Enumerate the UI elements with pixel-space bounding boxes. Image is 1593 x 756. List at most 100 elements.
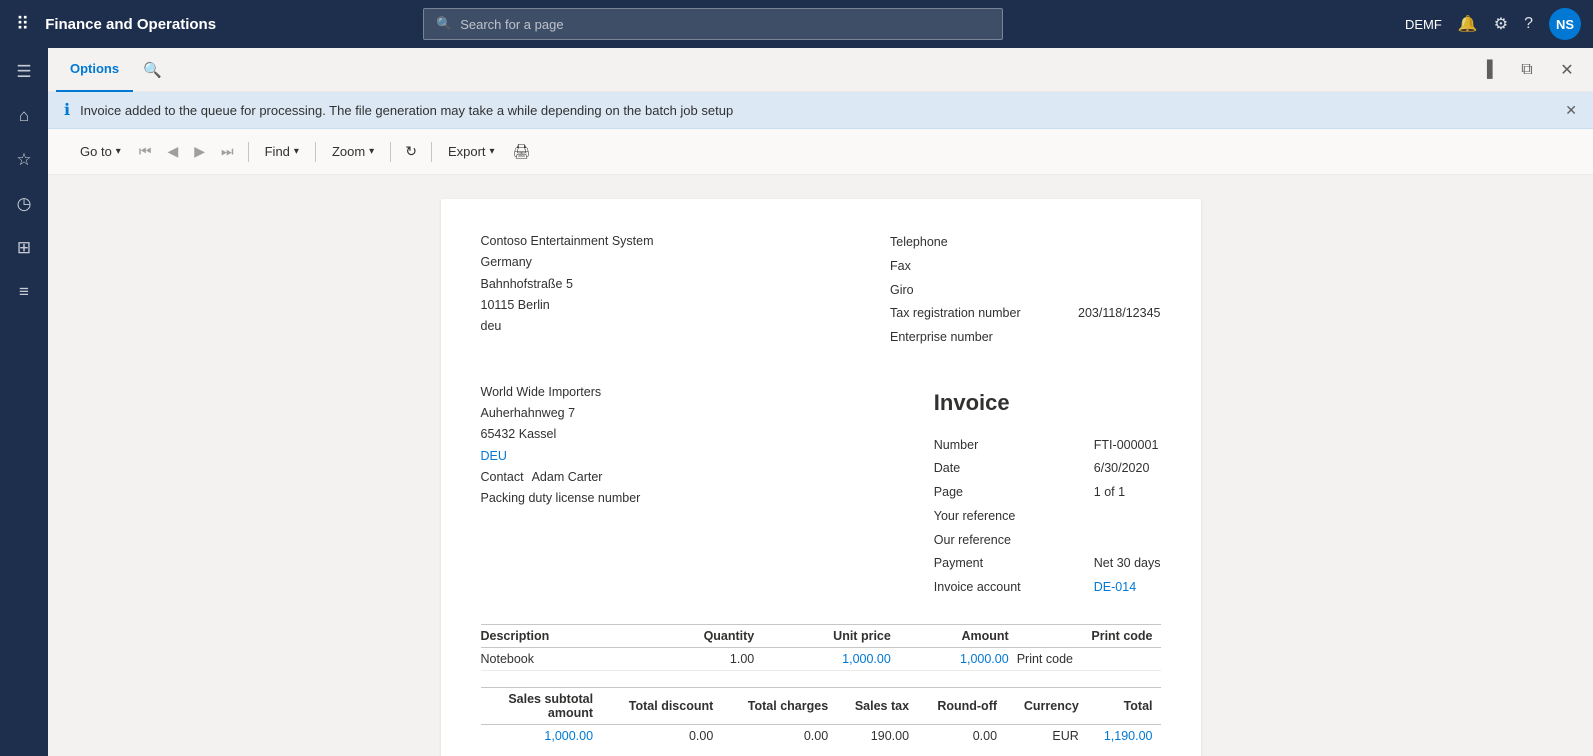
inv-date-label: Date xyxy=(934,457,1094,481)
fax-label: Fax xyxy=(890,255,1070,279)
export-button[interactable]: Export ▾ xyxy=(440,140,503,163)
taxreg-label: Tax registration number xyxy=(890,302,1070,326)
export-chevron: ▾ xyxy=(490,146,495,157)
col-unitprice: Unit price xyxy=(762,624,899,647)
line-items-table: Description Quantity Unit price Amount P… xyxy=(481,624,1161,671)
nav-prev-button[interactable]: ◀ xyxy=(161,139,184,164)
notification-bar: ℹ Invoice added to the queue for process… xyxy=(48,92,1593,129)
item-unitprice: 1,000.00 xyxy=(762,647,899,670)
totals-salestax-header: Sales tax xyxy=(836,687,917,724)
search-placeholder: Search for a page xyxy=(460,17,563,32)
refresh-button[interactable]: ↻ xyxy=(399,139,423,164)
sales-subtotal-label: Sales subtotal xyxy=(508,692,593,706)
telephone-row: Telephone xyxy=(890,231,1161,255)
sidebar-toggle-button[interactable]: ▐ xyxy=(1469,52,1505,88)
item-printcode: Print code xyxy=(1017,647,1161,670)
find-label: Find xyxy=(265,144,290,159)
nav-hamburger[interactable]: ☰ xyxy=(4,52,44,92)
col-amount: Amount xyxy=(899,624,1017,647)
nav-home[interactable]: ⌂ xyxy=(4,96,44,136)
seller-lang: deu xyxy=(481,316,654,337)
invoice-paper: Contoso Entertainment System Germany Bah… xyxy=(441,199,1201,756)
report-toolbar: Go to ▾ ⏮ ◀ ▶ ⏭ Find ▾ Zoom ▾ ↻ Export ▾ xyxy=(48,129,1593,175)
nav-recent[interactable]: ◷ xyxy=(4,184,44,224)
find-chevron: ▾ xyxy=(294,146,299,157)
app-title: Finance and Operations xyxy=(45,16,216,33)
totals-discount-header: Total discount xyxy=(601,687,721,724)
totals-roundoff-header: Round-off xyxy=(917,687,1005,724)
user-avatar[interactable]: NS xyxy=(1549,8,1581,40)
giro-row: Giro xyxy=(890,279,1161,303)
totals-charges-header: Total charges xyxy=(721,687,836,724)
inv-account-value[interactable]: DE-014 xyxy=(1094,576,1136,600)
goto-button[interactable]: Go to ▾ xyxy=(72,140,129,163)
inv-yourref-label: Your reference xyxy=(934,505,1094,529)
totals-charges-value: 0.00 xyxy=(721,724,836,747)
invoice-mid: World Wide Importers Auherhahnweg 7 6543… xyxy=(481,382,1161,600)
settings-icon[interactable]: ⚙ xyxy=(1494,14,1508,34)
item-amount: 1,000.00 xyxy=(899,647,1017,670)
table-row: Notebook 1.00 1,000.00 1,000.00 Print co… xyxy=(481,647,1161,670)
side-nav: ☰ ⌂ ☆ ◷ ⊞ ≡ xyxy=(0,48,48,756)
invoice-details-box: Invoice Number FTI-000001 Date 6/30/2020… xyxy=(934,382,1161,600)
seller-city: 10115 Berlin xyxy=(481,295,654,316)
buyer-contact-row: Contact Adam Carter xyxy=(481,467,641,488)
find-button[interactable]: Find ▾ xyxy=(257,140,307,163)
buyer-city: 65432 Kassel xyxy=(481,424,641,445)
inv-page-label: Page xyxy=(934,481,1094,505)
zoom-chevron: ▾ xyxy=(369,146,374,157)
amount-label: amount xyxy=(548,706,593,720)
print-button[interactable]: 🖨 xyxy=(507,139,537,164)
contact-label: Contact xyxy=(481,467,524,488)
toolbar-search-icon[interactable]: 🔍 xyxy=(133,61,172,79)
notification-close-button[interactable]: ✕ xyxy=(1565,102,1577,119)
nav-modules[interactable]: ≡ xyxy=(4,272,44,312)
inv-payment-value: Net 30 days xyxy=(1094,552,1161,576)
popout-button[interactable]: ⧉ xyxy=(1509,52,1545,88)
nav-favorites[interactable]: ☆ xyxy=(4,140,44,180)
item-quantity: 1.00 xyxy=(640,647,762,670)
invoice-header: Contoso Entertainment System Germany Bah… xyxy=(481,231,1161,350)
nav-next-button[interactable]: ▶ xyxy=(188,139,211,164)
telephone-label: Telephone xyxy=(890,231,1070,255)
totals-currency-header: Currency xyxy=(1005,687,1087,724)
inv-payment-row: Payment Net 30 days xyxy=(934,552,1161,576)
totals-subtotal-header: Sales subtotal amount xyxy=(481,687,602,724)
inv-page-row: Page 1 of 1 xyxy=(934,481,1161,505)
buyer-name: World Wide Importers xyxy=(481,382,641,403)
invoice-title: Invoice xyxy=(934,382,1161,424)
notifications-icon[interactable]: 🔔 xyxy=(1458,14,1478,34)
global-search[interactable]: 🔍 Search for a page xyxy=(423,8,1003,40)
separator-1 xyxy=(248,142,249,162)
buyer-country[interactable]: DEU xyxy=(481,446,641,467)
col-description: Description xyxy=(481,624,641,647)
seller-info: Contoso Entertainment System Germany Bah… xyxy=(481,231,654,350)
nav-last-button[interactable]: ⏭ xyxy=(215,139,240,164)
inv-number-row: Number FTI-000001 xyxy=(934,434,1161,458)
main-layout: ☰ ⌂ ☆ ◷ ⊞ ≡ Options 🔍 ▐ ⧉ ✕ ℹ Invoice ad… xyxy=(0,48,1593,756)
inv-number-value: FTI-000001 xyxy=(1094,434,1159,458)
toolbar-right: ▐ ⧉ ✕ xyxy=(1469,52,1585,88)
taxreg-value: 203/118/12345 xyxy=(1078,302,1161,326)
nav-first-button[interactable]: ⏮ xyxy=(133,139,158,164)
help-icon[interactable]: ? xyxy=(1524,15,1533,33)
grid-menu-icon[interactable]: ⠿ xyxy=(12,10,33,39)
report-content: Contoso Entertainment System Germany Bah… xyxy=(48,175,1593,756)
goto-chevron: ▾ xyxy=(116,146,121,157)
totals-discount-value: 0.00 xyxy=(601,724,721,747)
totals-total-value: 1,190.00 xyxy=(1087,724,1161,747)
main-content: Options 🔍 ▐ ⧉ ✕ ℹ Invoice added to the q… xyxy=(48,48,1593,756)
zoom-label: Zoom xyxy=(332,144,365,159)
close-button[interactable]: ✕ xyxy=(1549,52,1585,88)
export-label: Export xyxy=(448,144,486,159)
totals-header-row: Sales subtotal amount Total discount Tot… xyxy=(481,687,1161,724)
nav-workspaces[interactable]: ⊞ xyxy=(4,228,44,268)
tab-options[interactable]: Options xyxy=(56,48,133,92)
toolbar-bar: Options 🔍 ▐ ⧉ ✕ xyxy=(48,48,1593,92)
separator-3 xyxy=(390,142,391,162)
giro-label: Giro xyxy=(890,279,1070,303)
packing-duty-label: Packing duty license number xyxy=(481,488,641,509)
inv-date-value: 6/30/2020 xyxy=(1094,457,1150,481)
zoom-button[interactable]: Zoom ▾ xyxy=(324,140,382,163)
top-nav: ⠿ Finance and Operations 🔍 Search for a … xyxy=(0,0,1593,48)
